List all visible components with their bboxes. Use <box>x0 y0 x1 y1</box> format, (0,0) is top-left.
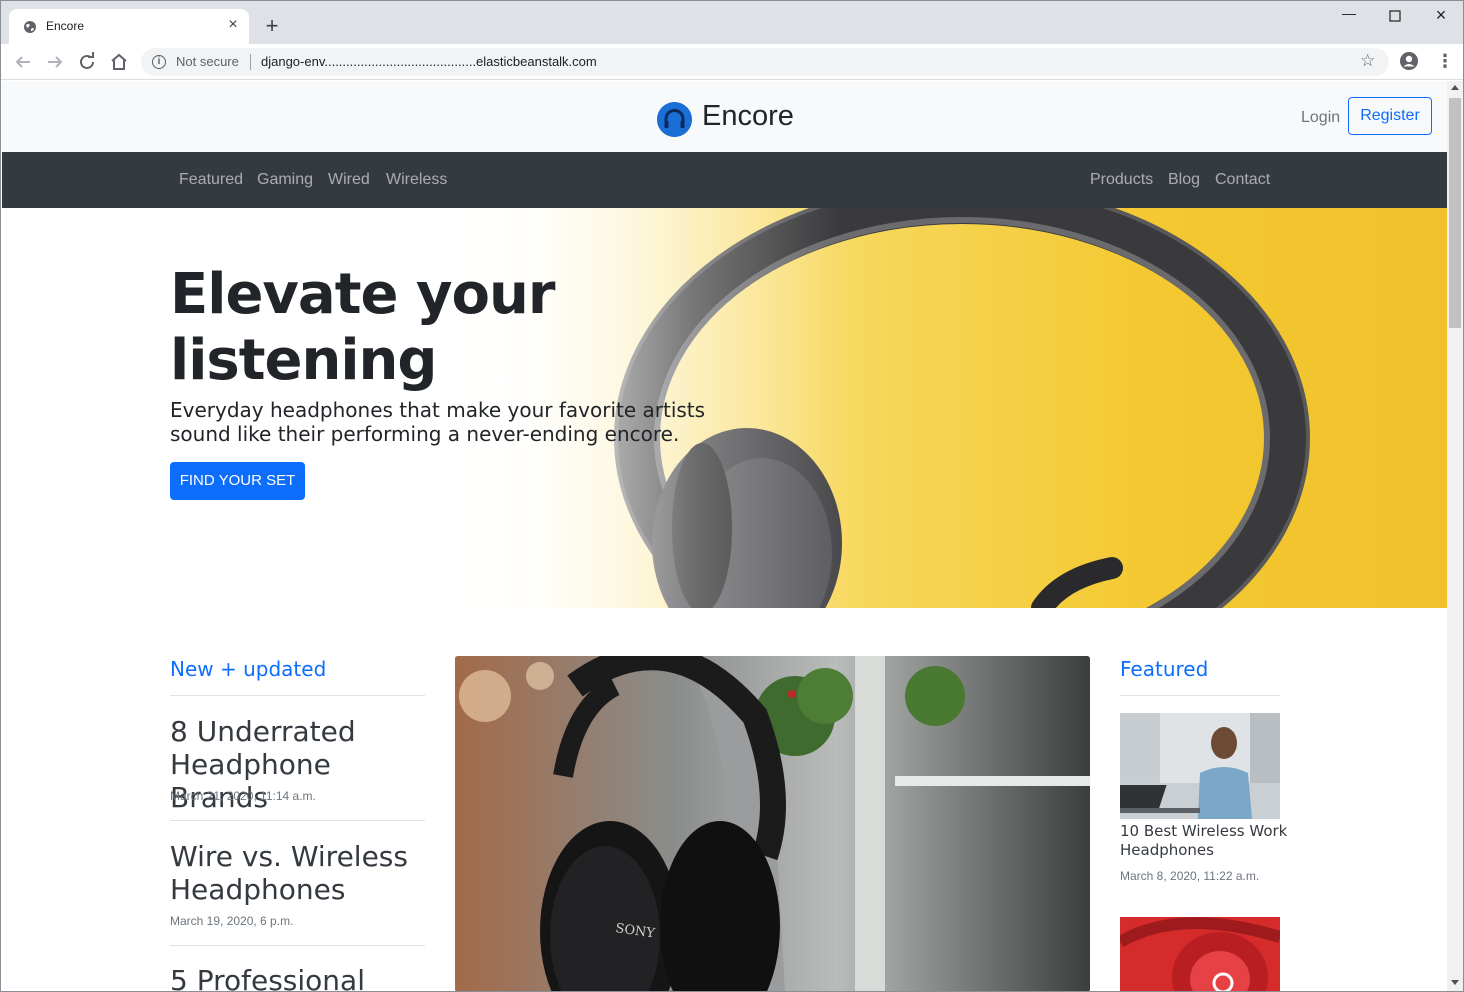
login-link[interactable]: Login <box>1301 109 1340 127</box>
nav-wireless[interactable]: Wireless <box>386 171 447 189</box>
close-tab-icon[interactable]: × <box>225 17 241 33</box>
featured-title-1[interactable]: 10 Best Wireless Work Headphones <box>1120 822 1290 860</box>
find-your-set-button[interactable]: FIND YOUR SET <box>170 462 305 500</box>
article-title-2[interactable]: Wire vs. Wireless Headphones <box>170 840 430 906</box>
main-article-image[interactable]: SONY <box>455 656 1090 991</box>
nav-featured[interactable]: Featured <box>179 171 243 189</box>
scroll-down-arrow-icon[interactable] <box>1451 980 1459 985</box>
person-with-headphones-image <box>1120 713 1280 819</box>
url-separator <box>250 54 251 70</box>
kebab-menu-icon[interactable]: ⋮ <box>1436 52 1454 72</box>
page-scrollbar[interactable] <box>1447 81 1463 991</box>
tab-strip: Encore × + — × <box>1 1 1463 44</box>
address-bar[interactable]: i Not secure django-env.................… <box>141 48 1389 76</box>
article-date-2: March 19, 2020, 6 p.m. <box>170 914 294 928</box>
maximize-icon[interactable] <box>1372 5 1418 27</box>
article-date-1: March 21, 2020, 11:14 a.m. <box>170 789 316 803</box>
back-arrow-icon[interactable] <box>11 50 35 74</box>
url-text[interactable]: django-env..............................… <box>261 54 597 69</box>
browser-window: Encore × + — × i Not secure django-env..… <box>0 0 1464 992</box>
browser-toolbar: i Not secure django-env.................… <box>1 44 1463 80</box>
nav-blog[interactable]: Blog <box>1168 171 1200 189</box>
not-secure-label: Not secure <box>176 54 239 69</box>
new-tab-button[interactable]: + <box>260 15 284 39</box>
home-icon[interactable] <box>107 50 131 74</box>
featured-image-2[interactable] <box>1120 917 1280 991</box>
hero-banner: Elevate your listening Everyday headphon… <box>2 208 1447 608</box>
divider <box>170 695 425 696</box>
nav-contact[interactable]: Contact <box>1215 171 1270 189</box>
site-header: Encore Login Register <box>2 81 1447 152</box>
hero-subtitle: Everyday headphones that make your favor… <box>170 398 706 446</box>
close-window-icon[interactable]: × <box>1418 5 1463 27</box>
info-icon[interactable]: i <box>152 55 166 69</box>
main-navbar: Featured Gaming Wired Wireless Products … <box>2 152 1447 208</box>
new-updated-heading: New + updated <box>170 657 327 681</box>
scroll-up-arrow-icon[interactable] <box>1451 85 1459 90</box>
featured-image-1[interactable] <box>1120 713 1280 819</box>
article-title-3[interactable]: 5 Professional <box>170 964 430 991</box>
divider <box>170 820 425 821</box>
sony-headphones-image: SONY <box>455 656 1090 991</box>
tab-title: Encore <box>46 19 85 33</box>
forward-arrow-icon[interactable] <box>43 50 67 74</box>
page-viewport: Encore Login Register Featured Gaming Wi… <box>2 81 1447 991</box>
featured-heading: Featured <box>1120 657 1209 681</box>
profile-icon[interactable] <box>1399 51 1419 71</box>
nav-products[interactable]: Products <box>1090 171 1153 189</box>
divider <box>170 945 425 946</box>
tab-encore[interactable]: Encore × <box>9 9 249 44</box>
globe-icon <box>24 21 36 33</box>
nav-wired[interactable]: Wired <box>328 171 370 189</box>
register-button[interactable]: Register <box>1348 97 1432 135</box>
headphones-logo-icon[interactable] <box>657 102 692 137</box>
minimize-icon[interactable]: — <box>1326 5 1372 27</box>
nav-gaming[interactable]: Gaming <box>257 171 313 189</box>
featured-date-1: March 8, 2020, 11:22 a.m. <box>1120 869 1260 883</box>
brand-name[interactable]: Encore <box>702 100 794 133</box>
divider <box>1120 695 1280 696</box>
reload-icon[interactable] <box>75 50 99 74</box>
star-icon[interactable]: ☆ <box>1360 51 1375 71</box>
scroll-thumb[interactable] <box>1449 98 1461 328</box>
red-headphones-image <box>1120 917 1280 991</box>
hero-title: Elevate your listening <box>170 262 555 393</box>
